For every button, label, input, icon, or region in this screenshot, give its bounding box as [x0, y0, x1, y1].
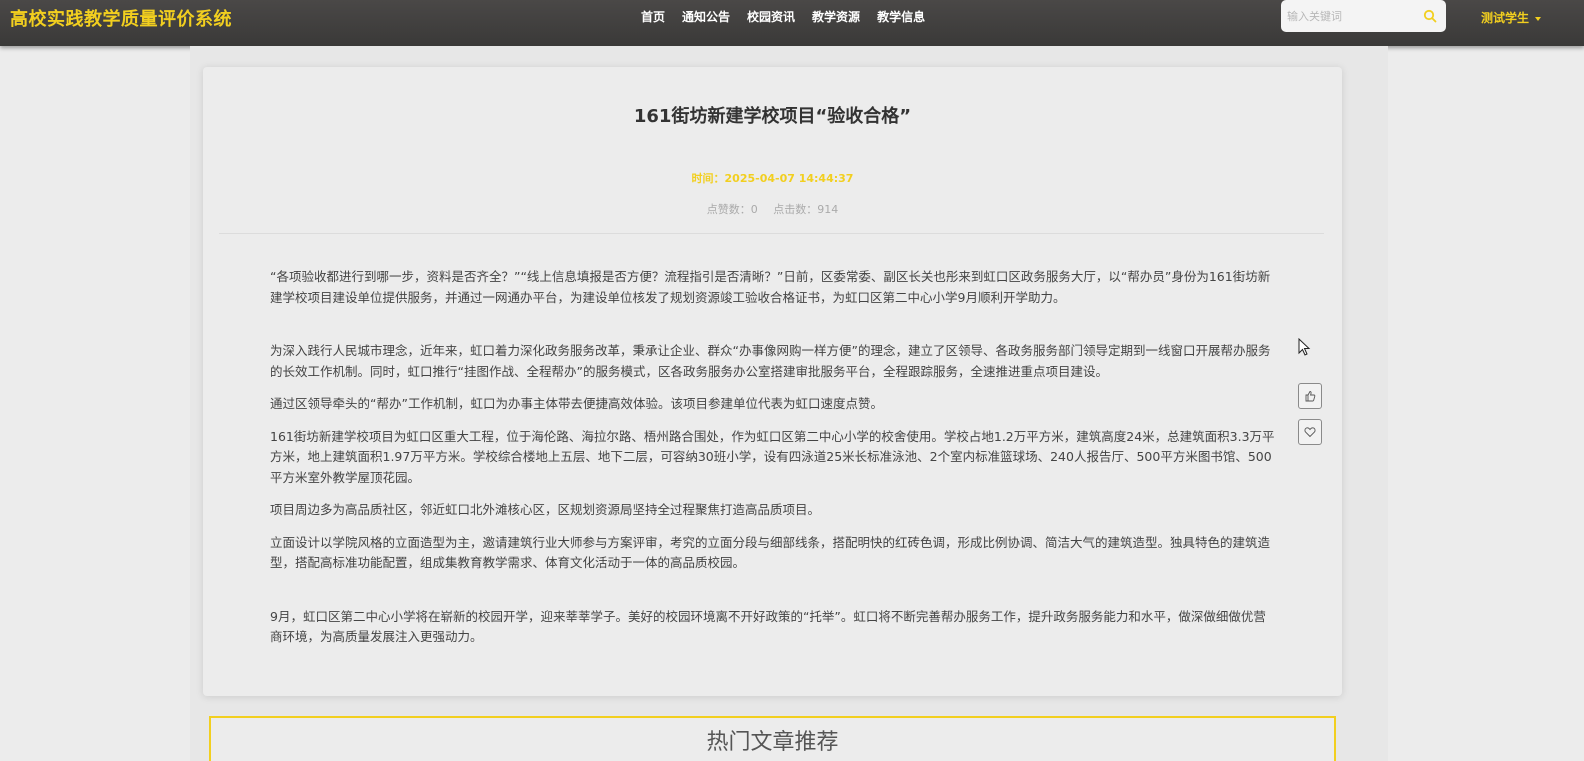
article-paragraph: 项目周边多为高品质社区，邻近虹口北外滩核心区，区规划资源局坚持全过程聚焦打造高品… [270, 502, 821, 517]
recommend-title: 热门文章推荐 [706, 730, 839, 755]
article-content: “各项验收都进行到哪一步，资料是否齐全？”“线上信息填报是否方便？流程指引是否清… [270, 267, 1277, 660]
main-nav: 首页 通知公告 校园资讯 教学资源 教学信息 [641, 9, 942, 25]
thumbs-up-icon [1305, 391, 1316, 402]
mouse-cursor-icon [1298, 338, 1311, 356]
like-count: 点赞数：0 [706, 203, 758, 216]
nav-home[interactable]: 首页 [641, 9, 665, 25]
favorite-button[interactable] [1298, 419, 1322, 445]
nav-teaching-resources[interactable]: 教学资源 [812, 9, 860, 25]
site-brand[interactable]: 高校实践教学质量评价系统 [10, 5, 232, 31]
article-paragraph: 通过区领导牵头的“帮办”工作机制，虹口为办事主体带去便捷高效体验。该项目参建单位… [270, 396, 883, 411]
nav-teaching-info[interactable]: 教学信息 [877, 9, 925, 25]
article-time: 时间：2025-04-07 14:44:37 [691, 172, 854, 185]
search-input[interactable] [1287, 7, 1417, 25]
nav-notices[interactable]: 通知公告 [682, 9, 730, 25]
divider [219, 233, 1324, 234]
top-navbar: 高校实践教学质量评价系统 首页 通知公告 校园资讯 教学资源 教学信息 测试学生 [0, 0, 1584, 46]
click-count: 点击数：914 [773, 203, 839, 216]
article-paragraph: “各项验收都进行到哪一步，资料是否齐全？”“线上信息填报是否方便？流程指引是否清… [270, 269, 1271, 305]
user-name: 测试学生 [1481, 11, 1530, 25]
user-menu[interactable]: 测试学生 [1481, 9, 1542, 26]
article-paragraph: 为深入践行人民城市理念，近年来，虹口着力深化政务服务改革，秉承让企业、群众“办事… [270, 343, 1271, 379]
chevron-down-icon [1535, 16, 1542, 21]
search-icon[interactable] [1423, 9, 1437, 23]
article-stats: 点赞数：0 点击数：914 [203, 201, 1342, 217]
like-button[interactable] [1298, 383, 1322, 409]
heart-icon [1304, 427, 1316, 438]
nav-campus-news[interactable]: 校园资讯 [747, 9, 795, 25]
article-title: 161街坊新建学校项目“验收合格” [633, 106, 912, 127]
article-paragraph: 161街坊新建学校项目为虹口区重大工程，位于海伦路、海拉尔路、梧州路合围处，作为… [270, 428, 1275, 485]
search-box [1281, 0, 1446, 32]
article-paragraph: 9月，虹口区第二中心小学将在崭新的校园开学，迎来莘莘学子。美好的校园环境离不开好… [270, 608, 1266, 645]
article-card: 161街坊新建学校项目“验收合格” 时间：2025-04-07 14:44:37… [203, 67, 1342, 696]
article-paragraph: 立面设计以学院风格的立面造型为主，邀请建筑行业大师参与方案评审，考究的立面分段与… [270, 534, 1271, 571]
recommend-section: 热门文章推荐 [209, 716, 1336, 761]
